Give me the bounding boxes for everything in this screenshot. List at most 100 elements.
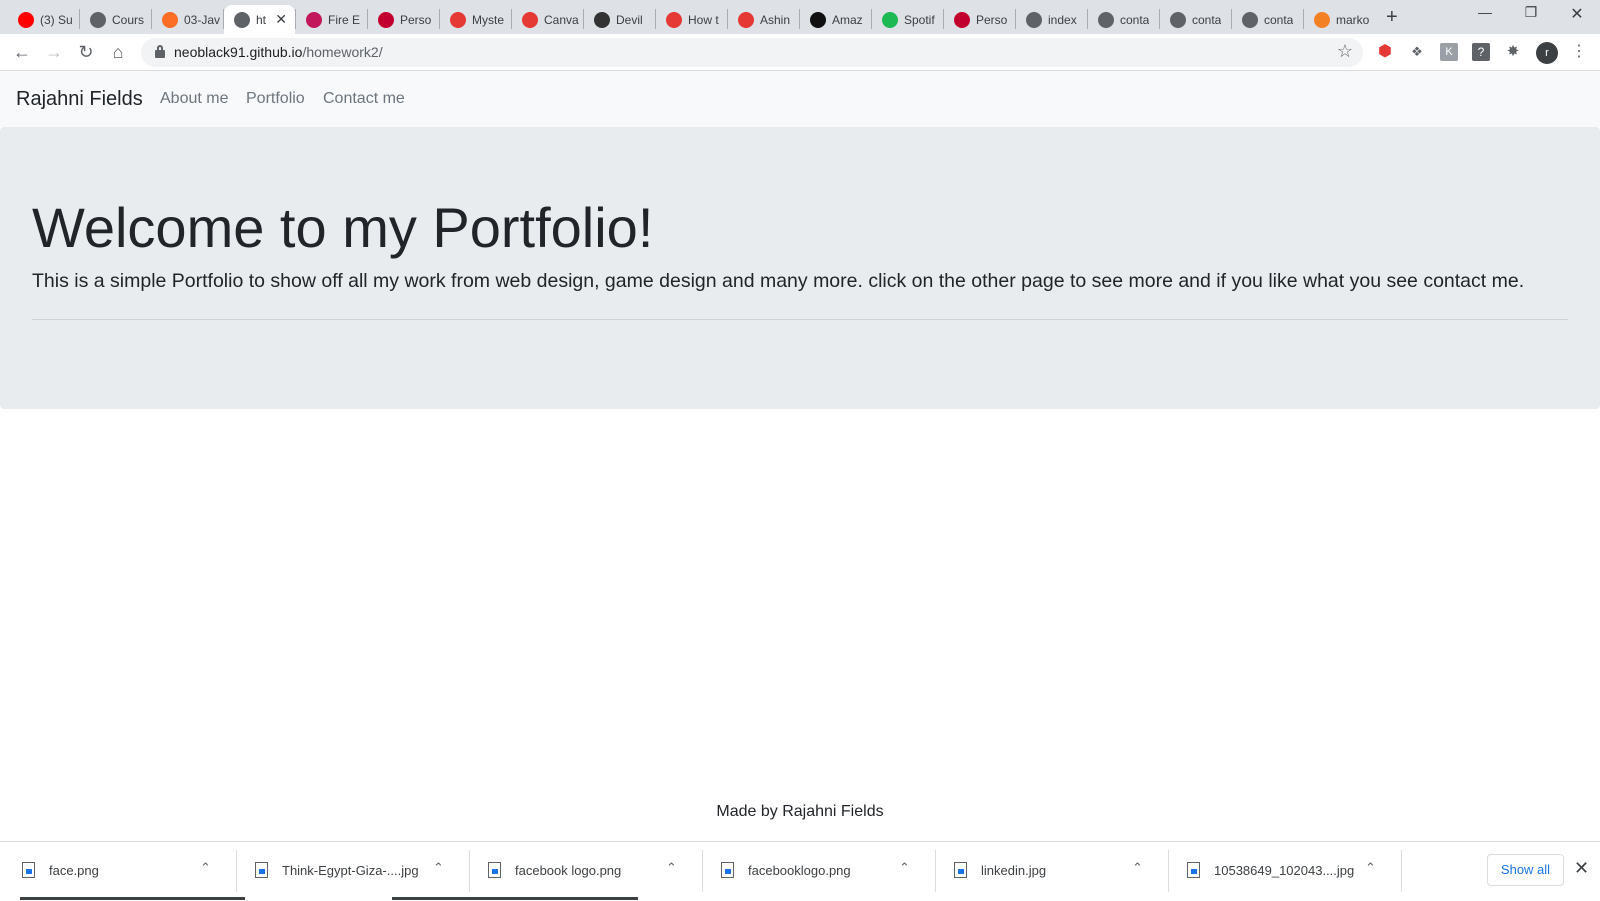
tab-title: conta <box>1192 12 1222 27</box>
browser-tab[interactable]: Ashin <box>728 5 799 34</box>
menu-kebab-icon[interactable]: ⋮ <box>1570 43 1588 61</box>
minimize-button[interactable]: — <box>1462 4 1508 20</box>
close-window-button[interactable]: ✕ <box>1554 4 1600 24</box>
url-text[interactable]: neoblack91.github.io/homework2/ <box>174 44 383 60</box>
amazon-icon <box>810 11 826 28</box>
browser-tab[interactable]: Fire E <box>296 5 367 34</box>
browser-tab[interactable]: 03-Jav <box>152 5 223 34</box>
download-item[interactable]: 10538649_102043....jpg ⌃ <box>1165 842 1398 901</box>
close-tab-icon[interactable]: ✕ <box>275 11 287 28</box>
browser-tab[interactable]: Perso <box>368 5 439 34</box>
browser-tab[interactable]: Canva <box>512 5 583 34</box>
site-footer: Made by Rajahni Fields <box>716 803 884 820</box>
nav-portfolio[interactable]: Portfolio <box>246 90 305 108</box>
jumbotron: Welcome to my Portfolio! This is a simpl… <box>0 127 1600 409</box>
address-bar[interactable]: neoblack91.github.io/homework2/ ☆ <box>141 38 1363 67</box>
tab-title: Ashin <box>760 12 791 27</box>
nav-contact-me[interactable]: Contact me <box>323 90 405 108</box>
browser-tab[interactable]: index <box>1016 5 1087 34</box>
chevron-up-icon[interactable]: ⌃ <box>1132 860 1143 876</box>
forward-button[interactable]: → <box>42 41 66 65</box>
download-item[interactable]: facebooklogo.png ⌃ <box>699 842 932 901</box>
image-file-icon <box>255 862 268 878</box>
tab-title: ht <box>256 12 267 27</box>
close-shelf-icon[interactable]: ✕ <box>1574 858 1589 879</box>
tab-title: How t <box>688 12 719 27</box>
reddit-like-icon <box>450 11 466 28</box>
globe-icon <box>1242 11 1258 28</box>
puzzle-extensions-icon[interactable]: ✸ <box>1504 43 1522 61</box>
sr-icon <box>594 11 610 28</box>
home-button[interactable]: ⌂ <box>106 41 130 65</box>
chevron-up-icon[interactable]: ⌃ <box>433 860 444 876</box>
browser-tab[interactable]: conta <box>1088 5 1159 34</box>
tab-title: Perso <box>976 12 1008 27</box>
page-heading: Welcome to my Portfolio! <box>32 196 654 259</box>
browser-tab[interactable]: (3) Su <box>8 5 79 34</box>
chevron-up-icon[interactable]: ⌃ <box>899 860 910 876</box>
new-tab-button[interactable]: + <box>1386 7 1398 27</box>
download-filename: facebooklogo.png <box>748 863 851 878</box>
help-extension-icon[interactable]: ? <box>1472 43 1490 61</box>
image-file-icon <box>721 862 734 878</box>
tab-title: 03-Jav <box>184 12 221 27</box>
chevron-up-icon[interactable]: ⌃ <box>666 860 677 876</box>
browser-tab[interactable]: Amaz <box>800 5 871 34</box>
download-filename: facebook logo.png <box>515 863 622 878</box>
restore-button[interactable]: ❐ <box>1508 4 1554 21</box>
chevron-up-icon[interactable]: ⌃ <box>1365 860 1376 876</box>
reload-button[interactable]: ↻ <box>74 41 98 65</box>
globe-icon <box>1170 11 1186 28</box>
tab-title: Fire E <box>328 12 361 27</box>
tab-title: marko <box>1336 12 1370 27</box>
tab-title: Myste <box>472 12 505 27</box>
browser-tab[interactable]: Spotif <box>872 5 943 34</box>
persona-icon <box>378 11 394 28</box>
tab-title: (3) Su <box>40 12 73 27</box>
globe-icon <box>1098 11 1114 28</box>
chevron-up-icon[interactable]: ⌃ <box>200 860 211 876</box>
tab-title: index <box>1048 12 1077 27</box>
globe-icon <box>234 11 250 28</box>
download-item[interactable]: linkedin.jpg ⌃ <box>932 842 1165 901</box>
tab-strip: + — ❐ ✕ (3) Su Cours 03-Jav ht ✕ Fire E Perso M… <box>0 0 1600 34</box>
reddit-like-icon <box>522 11 538 28</box>
nav-about-me[interactable]: About me <box>160 90 228 108</box>
browser-tab[interactable]: Devil <box>584 5 655 34</box>
tab-title: Amaz <box>832 12 863 27</box>
download-filename: linkedin.jpg <box>981 863 1047 878</box>
browser-tab[interactable]: Perso <box>944 5 1015 34</box>
youtube-icon <box>18 11 34 28</box>
download-item[interactable]: facebook logo.png ⌃ <box>466 842 699 901</box>
tab-title: conta <box>1120 12 1150 27</box>
tab-title: Perso <box>400 12 432 27</box>
tab-title: Cours <box>112 12 145 27</box>
profile-avatar[interactable]: r <box>1536 42 1558 64</box>
persona-icon <box>954 11 970 28</box>
extension-icon[interactable]: K <box>1440 43 1458 61</box>
download-item[interactable]: face.png ⌃ <box>0 842 233 901</box>
browser-tab[interactable]: Myste <box>440 5 511 34</box>
download-filename: Think-Egypt-Giza-....jpg <box>282 863 419 878</box>
browser-tab[interactable]: marko <box>1304 5 1375 34</box>
image-file-icon <box>22 862 35 878</box>
download-separator <box>1401 850 1402 892</box>
adblock-icon[interactable]: ⬢ <box>1376 43 1394 61</box>
browser-toolbar: ← → ↻ ⌂ neoblack91.github.io/homework2/ … <box>0 34 1600 71</box>
image-file-icon <box>488 862 501 878</box>
dropbox-icon[interactable]: ❖ <box>1408 43 1426 61</box>
browser-tab[interactable]: conta <box>1232 5 1303 34</box>
site-brand[interactable]: Rajahni Fields <box>16 88 143 111</box>
download-filename: face.png <box>49 863 99 878</box>
show-all-downloads-button[interactable]: Show all <box>1487 854 1564 886</box>
browser-tab[interactable]: conta <box>1160 5 1231 34</box>
browser-tab[interactable]: How t <box>656 5 727 34</box>
browser-tab[interactable]: Cours <box>80 5 151 34</box>
download-item[interactable]: Think-Egypt-Giza-....jpg ⌃ <box>233 842 466 901</box>
image-file-icon <box>954 862 967 878</box>
reddit-like-icon <box>738 11 754 28</box>
back-button[interactable]: ← <box>10 41 34 65</box>
browser-tab[interactable]: ht ✕ <box>224 5 295 34</box>
image-file-icon <box>1187 862 1200 878</box>
bookmark-star-icon[interactable]: ☆ <box>1337 41 1353 62</box>
